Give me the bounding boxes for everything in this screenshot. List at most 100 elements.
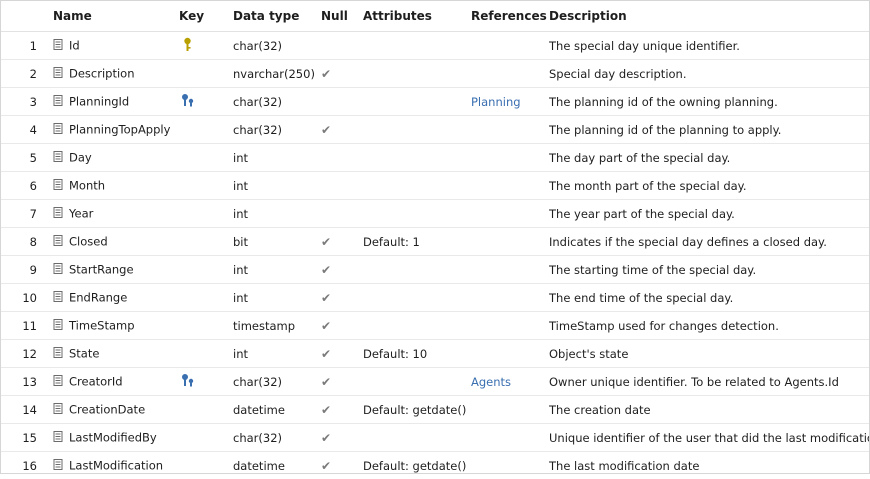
row-number: 4: [1, 116, 53, 144]
description: The planning id of the owning planning.: [549, 88, 869, 116]
key-cell: [179, 312, 233, 340]
column-name-cell[interactable]: CreationDate: [53, 396, 179, 424]
column-name: Month: [69, 179, 105, 193]
column-name-cell[interactable]: PlanningTopApply: [53, 116, 179, 144]
key-cell: [179, 172, 233, 200]
table-row[interactable]: 7YearintThe year part of the special day…: [1, 200, 869, 228]
table-row[interactable]: 15LastModifiedBychar(32)✔Unique identifi…: [1, 424, 869, 452]
header-key[interactable]: Key: [179, 1, 233, 32]
table-row[interactable]: 4PlanningTopApplychar(32)✔The planning i…: [1, 116, 869, 144]
column-name-cell[interactable]: State: [53, 340, 179, 368]
description: Object's state: [549, 340, 869, 368]
column-icon: [53, 179, 63, 193]
null-cell: ✔: [321, 228, 363, 256]
column-name: CreatorId: [69, 375, 123, 389]
table-row[interactable]: 12Stateint✔Default: 10Object's state: [1, 340, 869, 368]
column-name-cell[interactable]: Description: [53, 60, 179, 88]
reference-link: [471, 312, 549, 340]
header-description[interactable]: Description: [549, 1, 869, 32]
column-name-cell[interactable]: Id: [53, 32, 179, 60]
key-cell: [179, 424, 233, 452]
header-row: Name Key Data type Null Attributes Refer…: [1, 1, 869, 32]
null-cell: ✔: [321, 424, 363, 452]
data-type: nvarchar(250): [233, 60, 321, 88]
attributes: [363, 88, 471, 116]
column-name-cell[interactable]: Day: [53, 144, 179, 172]
column-name-cell[interactable]: Month: [53, 172, 179, 200]
header-references[interactable]: References: [471, 1, 549, 32]
table-row[interactable]: 6MonthintThe month part of the special d…: [1, 172, 869, 200]
table-row[interactable]: 3PlanningIdchar(32)PlanningThe planning …: [1, 88, 869, 116]
row-number: 12: [1, 340, 53, 368]
description: The special day unique identifier.: [549, 32, 869, 60]
nullable-check-icon: ✔: [321, 123, 331, 137]
data-type: datetime: [233, 396, 321, 424]
reference-link[interactable]: Agents: [471, 368, 549, 396]
column-name-cell[interactable]: Year: [53, 200, 179, 228]
column-icon: [53, 207, 63, 221]
null-cell: ✔: [321, 368, 363, 396]
column-name: Day: [69, 151, 92, 165]
null-cell: ✔: [321, 340, 363, 368]
null-cell: [321, 200, 363, 228]
attributes: Default: getdate(): [363, 452, 471, 479]
column-name: LastModifiedBy: [69, 431, 157, 445]
table-row[interactable]: 5DayintThe day part of the special day.: [1, 144, 869, 172]
key-cell: [179, 144, 233, 172]
description: TimeStamp used for changes detection.: [549, 312, 869, 340]
column-name-cell[interactable]: LastModifiedBy: [53, 424, 179, 452]
null-cell: ✔: [321, 396, 363, 424]
header-name[interactable]: Name: [53, 1, 179, 32]
column-name-cell[interactable]: Closed: [53, 228, 179, 256]
null-cell: ✔: [321, 256, 363, 284]
column-name-cell[interactable]: LastModification: [53, 452, 179, 479]
column-name-cell[interactable]: PlanningId: [53, 88, 179, 116]
table-row[interactable]: 14CreationDatedatetime✔Default: getdate(…: [1, 396, 869, 424]
row-number: 5: [1, 144, 53, 172]
reference-link[interactable]: Planning: [471, 88, 549, 116]
row-number: 11: [1, 312, 53, 340]
description: Unique identifier of the user that did t…: [549, 424, 869, 452]
reference-link: [471, 452, 549, 479]
nullable-check-icon: ✔: [321, 459, 331, 473]
column-name: State: [69, 347, 99, 361]
null-cell: ✔: [321, 312, 363, 340]
key-cell: [179, 340, 233, 368]
attributes: Default: 1: [363, 228, 471, 256]
table-row[interactable]: 9StartRangeint✔The starting time of the …: [1, 256, 869, 284]
data-type: int: [233, 200, 321, 228]
column-name-cell[interactable]: CreatorId: [53, 368, 179, 396]
row-number: 7: [1, 200, 53, 228]
column-name-cell[interactable]: TimeStamp: [53, 312, 179, 340]
key-cell: [179, 60, 233, 88]
reference-link: [471, 284, 549, 312]
null-cell: [321, 32, 363, 60]
key-cell: [179, 116, 233, 144]
null-cell: [321, 144, 363, 172]
header-null[interactable]: Null: [321, 1, 363, 32]
column-name-cell[interactable]: EndRange: [53, 284, 179, 312]
table-row[interactable]: 13CreatorIdchar(32)✔AgentsOwner unique i…: [1, 368, 869, 396]
table-row[interactable]: 1Idchar(32)The special day unique identi…: [1, 32, 869, 60]
table-row[interactable]: 2Descriptionnvarchar(250)✔Special day de…: [1, 60, 869, 88]
data-type: timestamp: [233, 312, 321, 340]
column-icon: [53, 347, 63, 361]
table-row[interactable]: 10EndRangeint✔The end time of the specia…: [1, 284, 869, 312]
key-cell: [179, 228, 233, 256]
foreign-key-icon: [181, 373, 195, 390]
table-row[interactable]: 8Closedbit✔Default: 1Indicates if the sp…: [1, 228, 869, 256]
column-name: StartRange: [69, 263, 134, 277]
data-type: char(32): [233, 116, 321, 144]
data-type: char(32): [233, 88, 321, 116]
header-data-type[interactable]: Data type: [233, 1, 321, 32]
table-row[interactable]: 11TimeStamp timestamp✔ TimeStamp used for …: [1, 312, 869, 340]
column-icon: [53, 403, 63, 417]
column-name-cell[interactable]: StartRange: [53, 256, 179, 284]
column-icon: [53, 235, 63, 249]
foreign-key-icon: [181, 93, 195, 110]
header-attributes[interactable]: Attributes: [363, 1, 471, 32]
description: The last modification date: [549, 452, 869, 479]
column-icon: [53, 123, 63, 137]
column-name: CreationDate: [69, 403, 145, 417]
table-row[interactable]: 16LastModificationdatetime✔Default: getd…: [1, 452, 869, 479]
